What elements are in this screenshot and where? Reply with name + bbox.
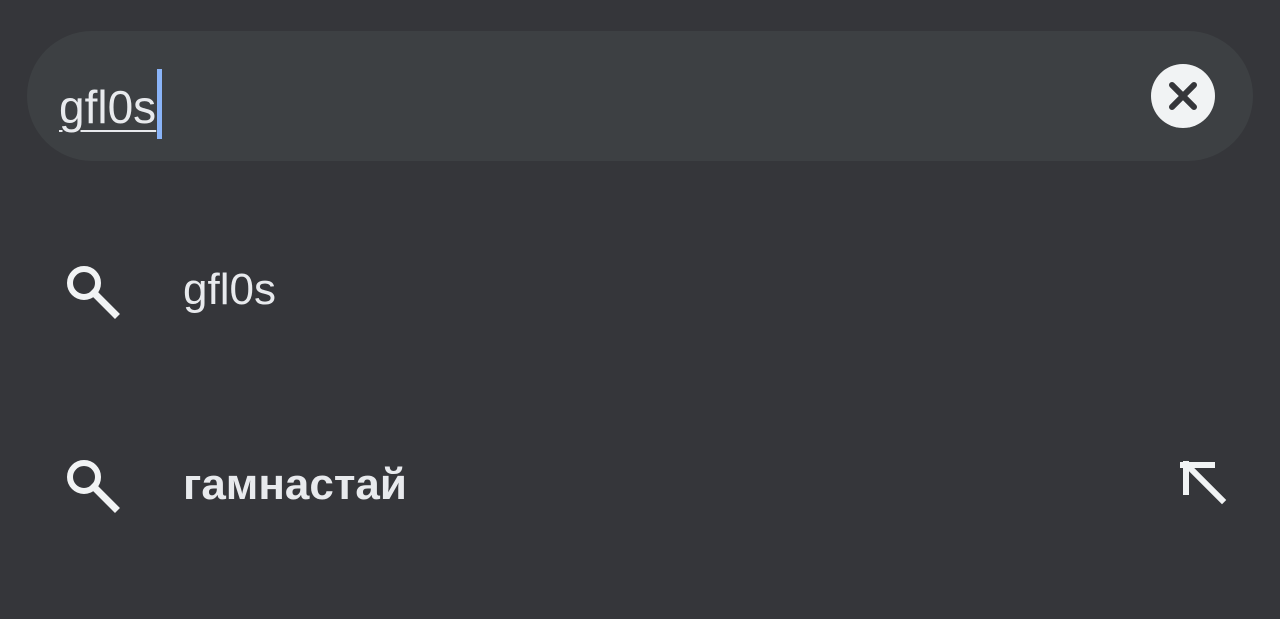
arrow-up-left-icon[interactable] bbox=[1170, 450, 1234, 514]
search-input[interactable]: gfl0s bbox=[59, 69, 163, 139]
suggestion-label: gfl0s bbox=[183, 265, 276, 314]
suggestion-item-1[interactable]: gfl0s bbox=[0, 195, 1280, 385]
search-icon bbox=[67, 460, 120, 513]
search-icon bbox=[67, 266, 120, 319]
search-query-text: gfl0s bbox=[59, 81, 157, 133]
clear-search-button[interactable] bbox=[1151, 64, 1215, 128]
search-bar[interactable]: gfl0s bbox=[27, 31, 1253, 161]
suggestion-item-2[interactable]: гамнастай bbox=[0, 390, 1280, 580]
text-caret bbox=[157, 69, 163, 139]
close-circle-icon bbox=[1169, 82, 1197, 110]
suggestion-label: гамнастай bbox=[183, 460, 407, 509]
